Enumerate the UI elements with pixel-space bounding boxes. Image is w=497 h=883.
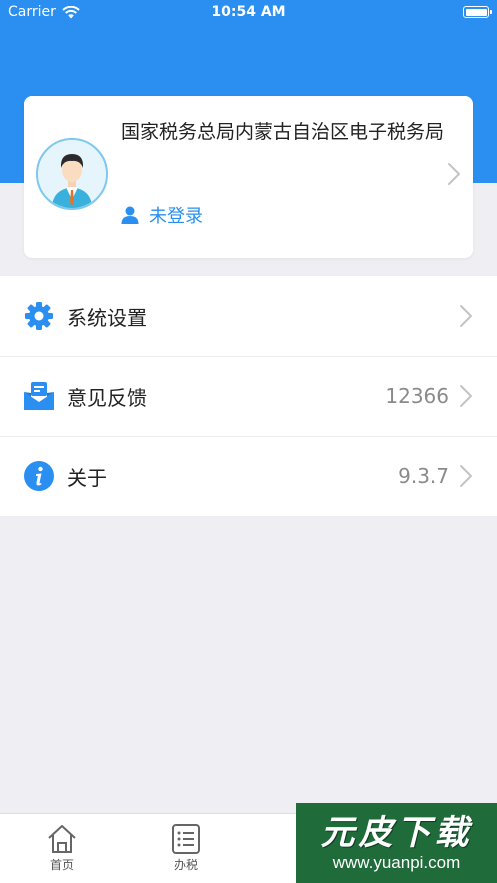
menu-item-about[interactable]: 关于 9.3.7 xyxy=(0,436,497,516)
menu-item-feedback[interactable]: 意见反馈 12366 xyxy=(0,356,497,436)
watermark-logo: 元皮下载 www.yuanpi.com xyxy=(296,803,497,883)
menu-item-label: 意见反馈 xyxy=(67,385,147,410)
chevron-right-icon xyxy=(460,465,472,487)
battery-icon xyxy=(463,6,492,18)
tab-label: 办税 xyxy=(173,858,198,872)
login-status-label: 未登录 xyxy=(149,206,203,227)
watermark-title: 元皮下载 xyxy=(320,813,473,853)
menu-item-system-settings[interactable]: 系统设置 xyxy=(0,276,497,356)
status-bar: Carrier 10:54 AM xyxy=(0,0,497,26)
gear-icon xyxy=(24,301,54,331)
user-icon xyxy=(121,206,139,224)
chevron-right-icon xyxy=(460,305,472,327)
settings-menu: 系统设置 意见反馈 12366 关于 9.3.7 xyxy=(0,276,497,516)
watermark-url: www.yuanpi.com xyxy=(332,853,461,872)
user-avatar-icon xyxy=(38,140,106,208)
app-version: 9.3.7 xyxy=(398,464,449,488)
chevron-right-icon xyxy=(460,385,472,407)
feedback-mail-icon xyxy=(24,381,54,411)
tab-tax[interactable]: 办税 xyxy=(124,814,248,883)
organization-name: 国家税务总局内蒙古自治区电子税务局 xyxy=(121,121,445,143)
chevron-right-icon xyxy=(448,163,460,185)
info-icon xyxy=(24,461,54,491)
home-icon xyxy=(48,825,76,853)
list-icon xyxy=(172,824,200,854)
tab-home[interactable]: 首页 xyxy=(0,814,124,883)
status-time: 10:54 AM xyxy=(211,4,286,20)
login-status[interactable]: 未登录 xyxy=(121,202,203,228)
profile-card[interactable]: 国家税务总局内蒙古自治区电子税务局 未登录 xyxy=(24,96,473,258)
avatar xyxy=(36,138,108,210)
menu-item-label: 关于 xyxy=(67,465,107,490)
tab-label: 首页 xyxy=(49,858,74,872)
menu-item-label: 系统设置 xyxy=(67,305,147,330)
feedback-hotline: 12366 xyxy=(385,384,449,408)
